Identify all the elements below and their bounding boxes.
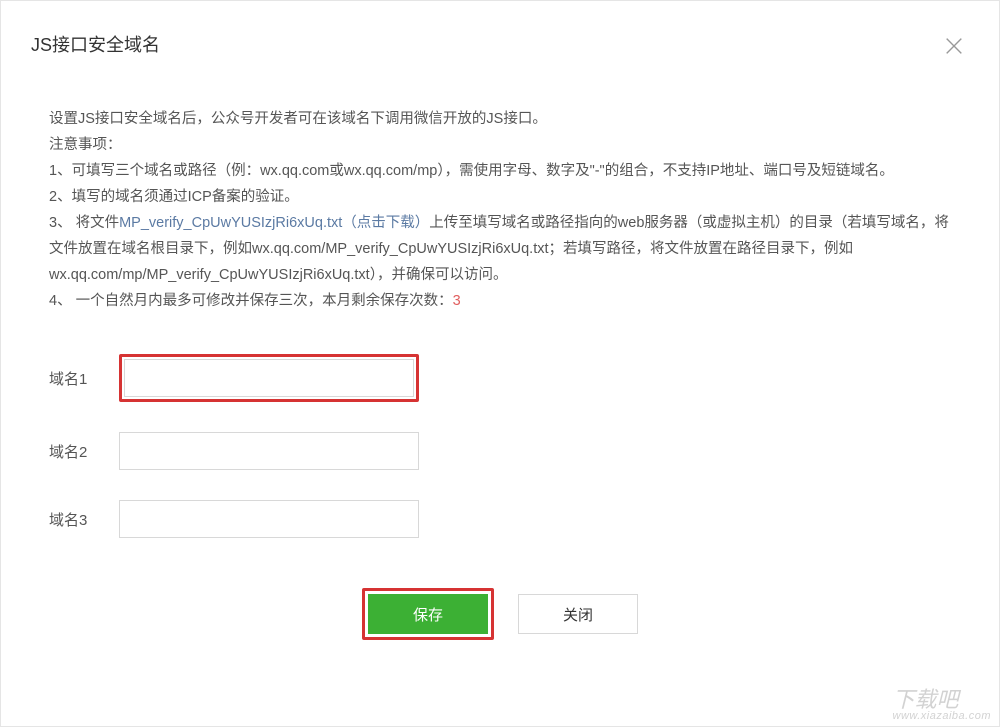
save-button-highlight: 保存 xyxy=(362,588,494,640)
close-button[interactable] xyxy=(939,31,969,66)
desc-item-3: 3、 将文件MP_verify_CpUwYUSIzjRi6xUq.txt（点击下… xyxy=(49,210,951,288)
desc-item-3-prefix: 3、 将文件 xyxy=(49,215,119,231)
desc-item-4-prefix: 4、 一个自然月内最多可修改并保存三次，本月剩余保存次数： xyxy=(49,293,453,309)
domain-row-3: 域名3 xyxy=(49,500,951,538)
watermark-text: 下载吧 xyxy=(893,687,959,712)
desc-intro: 设置JS接口安全域名后，公众号开发者可在该域名下调用微信开放的JS接口。 xyxy=(49,106,951,132)
desc-notice-label: 注意事项： xyxy=(49,132,951,158)
watermark-url: www.xiazaiba.com xyxy=(893,711,991,722)
domain-input-2[interactable] xyxy=(119,432,419,470)
watermark: 下载吧 www.xiazaiba.com xyxy=(885,685,999,726)
domain-label-2: 域名2 xyxy=(49,441,119,462)
domain-input-wrap-1 xyxy=(119,354,419,402)
domain-input-wrap-2 xyxy=(119,432,419,470)
domain-label-3: 域名3 xyxy=(49,509,119,530)
domain-form: 域名1 域名2 域名3 xyxy=(49,354,951,538)
dialog-header: JS接口安全域名 xyxy=(1,1,999,66)
desc-item-1: 1、可填写三个域名或路径（例：wx.qq.com或wx.qq.com/mp），需… xyxy=(49,158,951,184)
close-dialog-button[interactable]: 关闭 xyxy=(518,594,638,634)
close-icon xyxy=(943,35,965,57)
save-button[interactable]: 保存 xyxy=(368,594,488,634)
desc-item-2: 2、填写的域名须通过ICP备案的验证。 xyxy=(49,184,951,210)
domain-input-3[interactable] xyxy=(119,500,419,538)
description-block: 设置JS接口安全域名后，公众号开发者可在该域名下调用微信开放的JS接口。 注意事… xyxy=(49,106,951,314)
domain-input-wrap-3 xyxy=(119,500,419,538)
domain-row-2: 域名2 xyxy=(49,432,951,470)
dialog-body: 设置JS接口安全域名后，公众号开发者可在该域名下调用微信开放的JS接口。 注意事… xyxy=(1,66,999,660)
desc-item-4: 4、 一个自然月内最多可修改并保存三次，本月剩余保存次数：3 xyxy=(49,288,951,314)
dialog-title: JS接口安全域名 xyxy=(31,31,160,57)
domain-row-1: 域名1 xyxy=(49,354,951,402)
domain-input-1[interactable] xyxy=(124,359,414,397)
dialog-container: JS接口安全域名 设置JS接口安全域名后，公众号开发者可在该域名下调用微信开放的… xyxy=(0,0,1000,727)
domain-label-1: 域名1 xyxy=(49,368,119,389)
verify-file-download-link[interactable]: MP_verify_CpUwYUSIzjRi6xUq.txt（点击下载） xyxy=(119,215,429,231)
remaining-save-count: 3 xyxy=(453,293,461,309)
button-row: 保存 关闭 xyxy=(49,588,951,640)
